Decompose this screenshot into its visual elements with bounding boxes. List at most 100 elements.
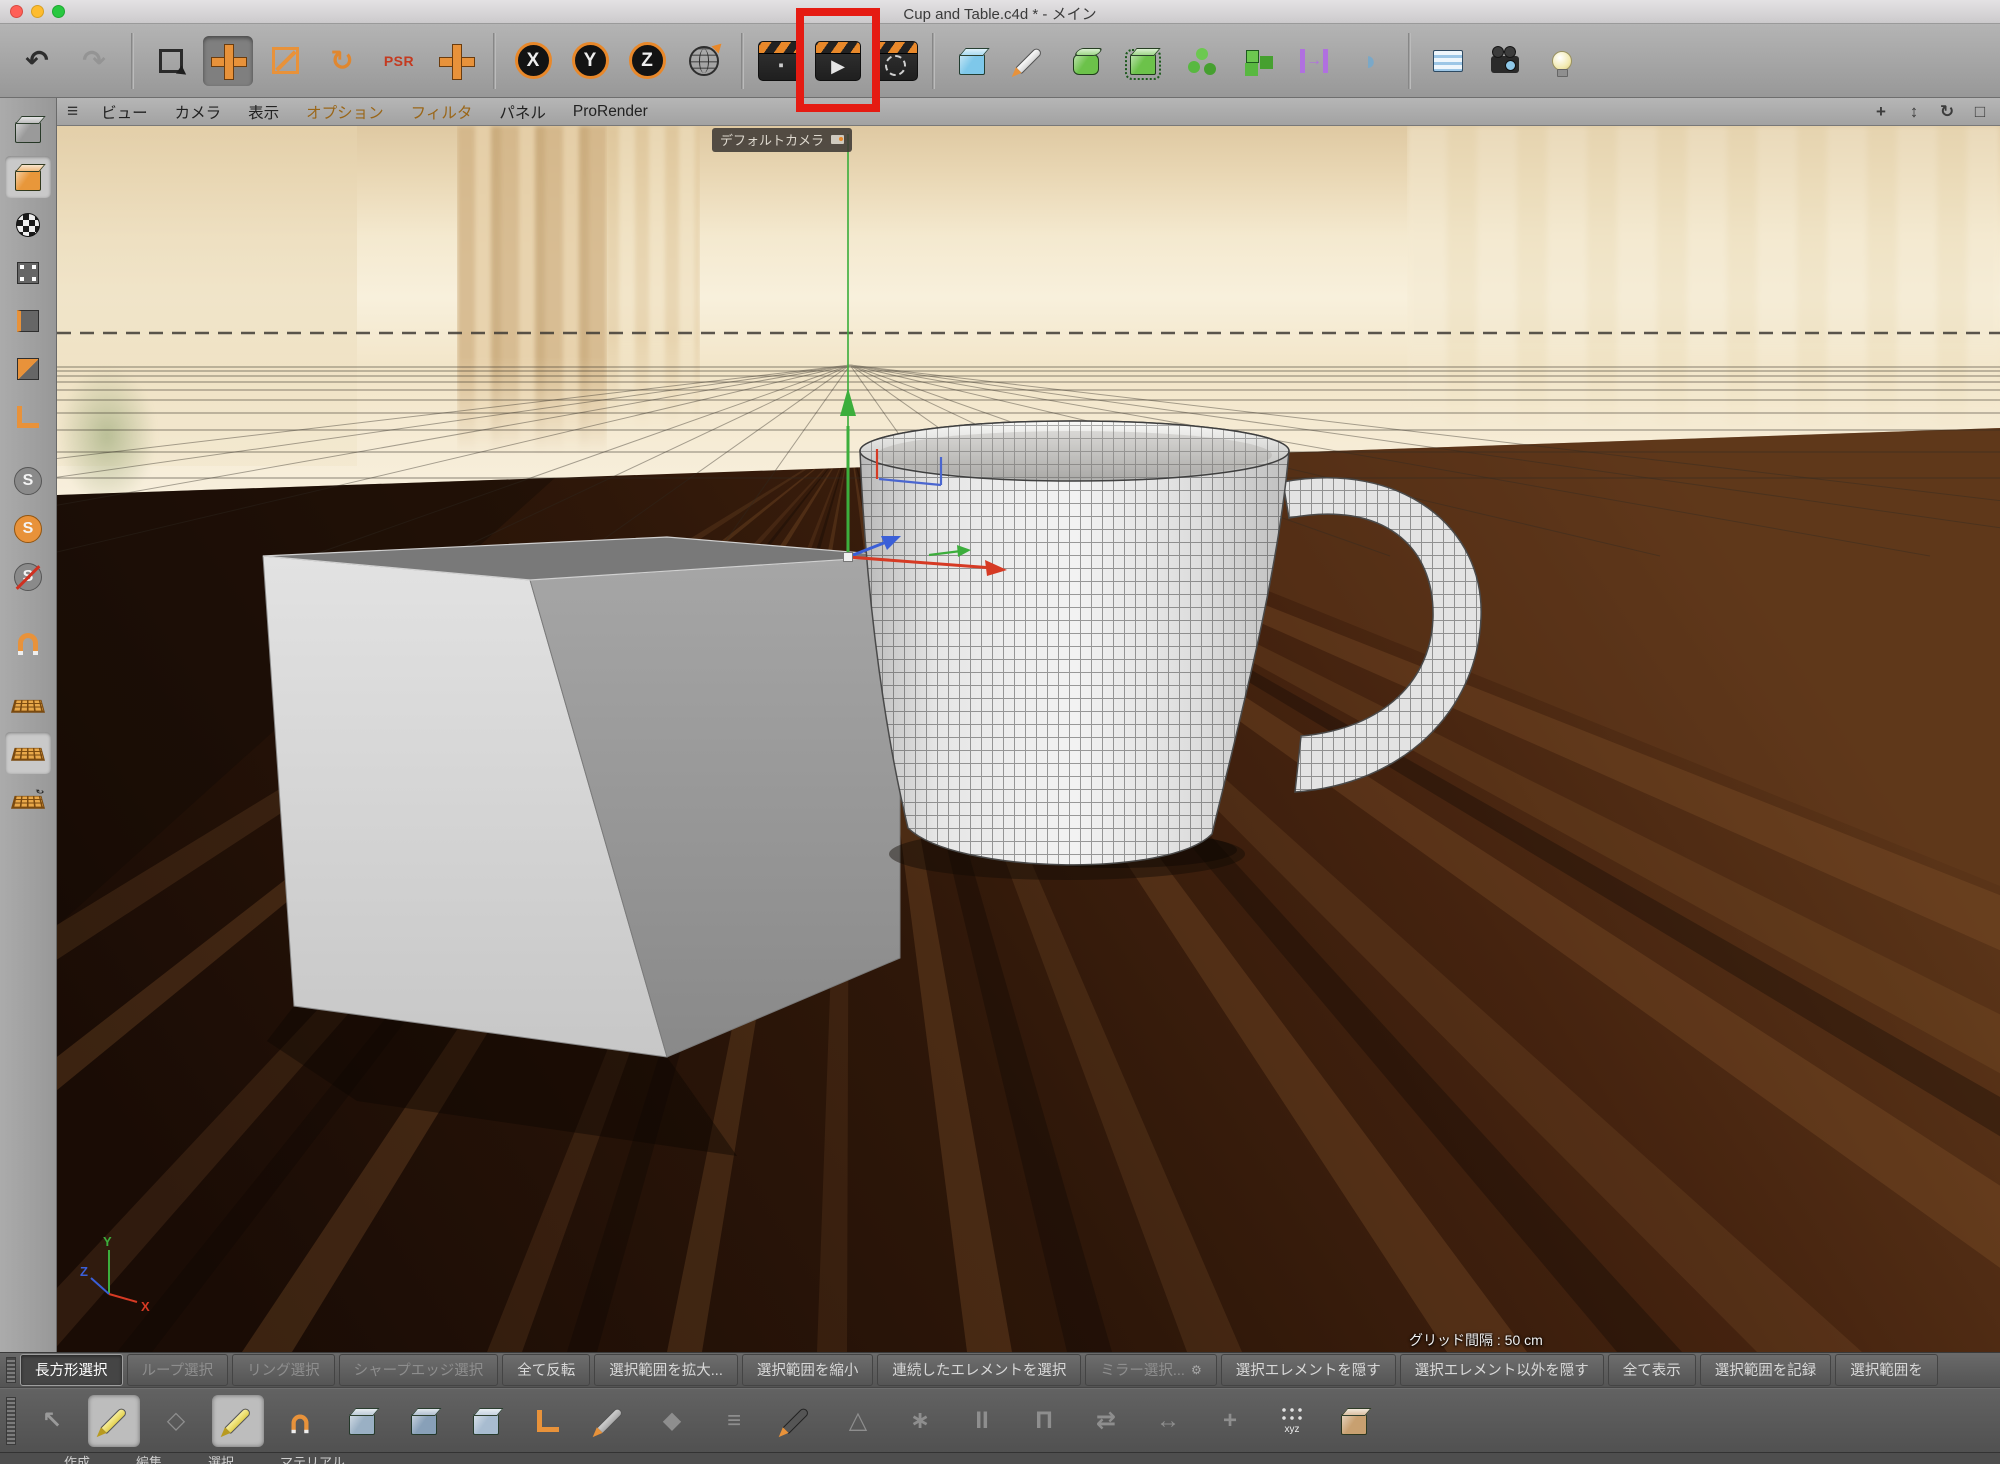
menu-display[interactable]: 表示 [248, 101, 279, 123]
menu-panel[interactable]: パネル [499, 101, 546, 123]
icon-glyph [11, 795, 45, 808]
viewport-3d[interactable]: デフォルトカメラ グリッド間隔 : 50 cm Y Z X [57, 126, 2000, 1352]
cube-tool-icon[interactable] [1328, 1395, 1380, 1447]
add-generator-button[interactable] [1118, 36, 1168, 86]
sculpt-pen-icon[interactable] [212, 1395, 264, 1447]
magnet-tool-icon[interactable] [274, 1395, 326, 1447]
gear-icon[interactable]: ⚙ [1191, 1363, 1202, 1377]
make-editable-button[interactable] [5, 108, 51, 150]
loop-select-button[interactable]: ループ選択 [127, 1354, 229, 1386]
lock-x-axis-button[interactable]: X [508, 36, 558, 86]
world-coordinates-button[interactable] [679, 36, 729, 86]
record-selection-button[interactable]: 選択範囲を記録 [1700, 1354, 1832, 1386]
grow-selection-button[interactable]: 選択範囲を拡大... [594, 1354, 738, 1386]
stitch-icon[interactable]: II [956, 1395, 1008, 1447]
move-tool[interactable] [203, 36, 253, 86]
bridge-icon[interactable]: Π [1018, 1395, 1070, 1447]
smooth-tool-icon[interactable]: ◇ [150, 1395, 202, 1447]
shrink-selection-button[interactable]: 選択範囲を縮小 [742, 1354, 874, 1386]
weld-icon[interactable]: ∗ [894, 1395, 946, 1447]
menu-prorender[interactable]: ProRender [573, 103, 648, 121]
model-mode-button[interactable] [5, 156, 51, 198]
palette-grip[interactable] [6, 1397, 16, 1445]
camera-label-tag[interactable]: デフォルトカメラ [712, 128, 852, 152]
content-browser-button[interactable] [1423, 36, 1473, 86]
render-view-button[interactable]: ▪ [756, 36, 806, 86]
xyz-points-icon[interactable]: xyz [1266, 1395, 1318, 1447]
add-light-button[interactable] [1537, 36, 1587, 86]
tab-edit[interactable]: 編集 [136, 1453, 162, 1464]
point-mode-button[interactable] [5, 252, 51, 294]
hamburger-menu-icon[interactable]: ≡ [67, 101, 78, 123]
knife-icon[interactable] [584, 1395, 636, 1447]
tab-select[interactable]: 選択 [208, 1453, 234, 1464]
redo-button[interactable]: ↷ [69, 36, 119, 86]
smooth-shift-icon[interactable] [460, 1395, 512, 1447]
hide-selected-button[interactable]: 選択エレメントを隠す [1221, 1354, 1396, 1386]
render-button[interactable]: ▶ [813, 36, 863, 86]
lock-workplane-button[interactable] [5, 732, 51, 774]
sharp-edge-select-button[interactable]: シャープエッジ選択 [339, 1354, 499, 1386]
swap-icon[interactable]: ⇄ [1080, 1395, 1132, 1447]
select-connected-button[interactable]: 連続したエレメントを選択 [877, 1354, 1081, 1386]
add-environment-button[interactable]: ◗ [1346, 36, 1396, 86]
axis-mode-button[interactable] [5, 396, 51, 438]
viewport-toggle-icon[interactable]: □ [1968, 102, 1992, 122]
add-cube-button[interactable] [947, 36, 997, 86]
psr-tool[interactable]: PSR [374, 36, 424, 86]
palette-grip[interactable] [6, 1357, 16, 1383]
offset-icon[interactable]: + [1204, 1395, 1256, 1447]
viewport-canvas[interactable] [57, 126, 2000, 1352]
add-subdivision-surface-button[interactable] [1061, 36, 1111, 86]
tab-material[interactable]: マテリアル [280, 1453, 345, 1464]
scale-tool[interactable] [260, 36, 310, 86]
planar-workplane-button[interactable] [5, 780, 51, 822]
undo-button[interactable]: ↶ [12, 36, 62, 86]
menu-view[interactable]: ビュー [101, 101, 148, 123]
menu-camera[interactable]: カメラ [175, 101, 222, 123]
icon-glyph: ▶ [815, 41, 861, 81]
hide-unselected-button[interactable]: 選択エレメント以外を隠す [1400, 1354, 1604, 1386]
tab-create[interactable]: 作成 [64, 1453, 90, 1464]
solo-hierarchy-button[interactable]: S [5, 556, 51, 598]
split-icon[interactable]: ↔ [1142, 1395, 1194, 1447]
extrude-inner-icon[interactable] [398, 1395, 450, 1447]
add-cloner-button[interactable] [1232, 36, 1282, 86]
rotate-tool[interactable]: ↻ [317, 36, 367, 86]
extrude-icon[interactable] [336, 1395, 388, 1447]
solo-off-button[interactable]: S [5, 460, 51, 502]
viewport-zoom-icon[interactable]: ↕ [1902, 102, 1926, 122]
menu-options[interactable]: オプション [306, 101, 384, 123]
ring-select-button[interactable]: リング選択 [232, 1354, 335, 1386]
menu-filter[interactable]: フィルタ [411, 101, 473, 123]
restore-selection-button[interactable]: 選択範囲を [1835, 1354, 1938, 1386]
matrix-extrude-icon[interactable] [522, 1395, 574, 1447]
viewport-pan-icon[interactable]: + [1869, 102, 1893, 122]
triangulate-icon[interactable]: △ [832, 1395, 884, 1447]
live-selection-tool[interactable] [146, 36, 196, 86]
polygon-mode-button[interactable] [5, 348, 51, 390]
render-settings-button[interactable] [870, 36, 920, 86]
polygon-pen-icon[interactable] [88, 1395, 140, 1447]
add-array-button[interactable] [1175, 36, 1225, 86]
mirror-select-button[interactable]: ミラー選択...⚙ [1085, 1354, 1216, 1386]
texture-mode-button[interactable] [5, 204, 51, 246]
workplane-button[interactable] [5, 684, 51, 726]
snap-toggle-button[interactable] [5, 620, 51, 662]
edge-mode-button[interactable] [5, 300, 51, 342]
solo-single-button[interactable]: S [5, 508, 51, 550]
viewport-rotate-icon[interactable]: ↻ [1935, 102, 1959, 122]
add-spline-button[interactable] [1004, 36, 1054, 86]
add-deformer-button[interactable]: → [1289, 36, 1339, 86]
add-camera-button[interactable] [1480, 36, 1530, 86]
lock-z-axis-button[interactable]: Z [622, 36, 672, 86]
plane-cut-icon[interactable]: ◆ [646, 1395, 698, 1447]
spline-pen-icon[interactable] [770, 1395, 822, 1447]
grab-tool-icon[interactable]: ↖ [26, 1395, 78, 1447]
invert-all-button[interactable]: 全て反転 [502, 1354, 590, 1386]
lock-y-axis-button[interactable]: Y [565, 36, 615, 86]
rectangle-select-button[interactable]: 長方形選択 [20, 1354, 123, 1386]
loop-cut-icon[interactable]: ≡ [708, 1395, 760, 1447]
coordinate-tool[interactable] [431, 36, 481, 86]
show-all-button[interactable]: 全て表示 [1608, 1354, 1696, 1386]
